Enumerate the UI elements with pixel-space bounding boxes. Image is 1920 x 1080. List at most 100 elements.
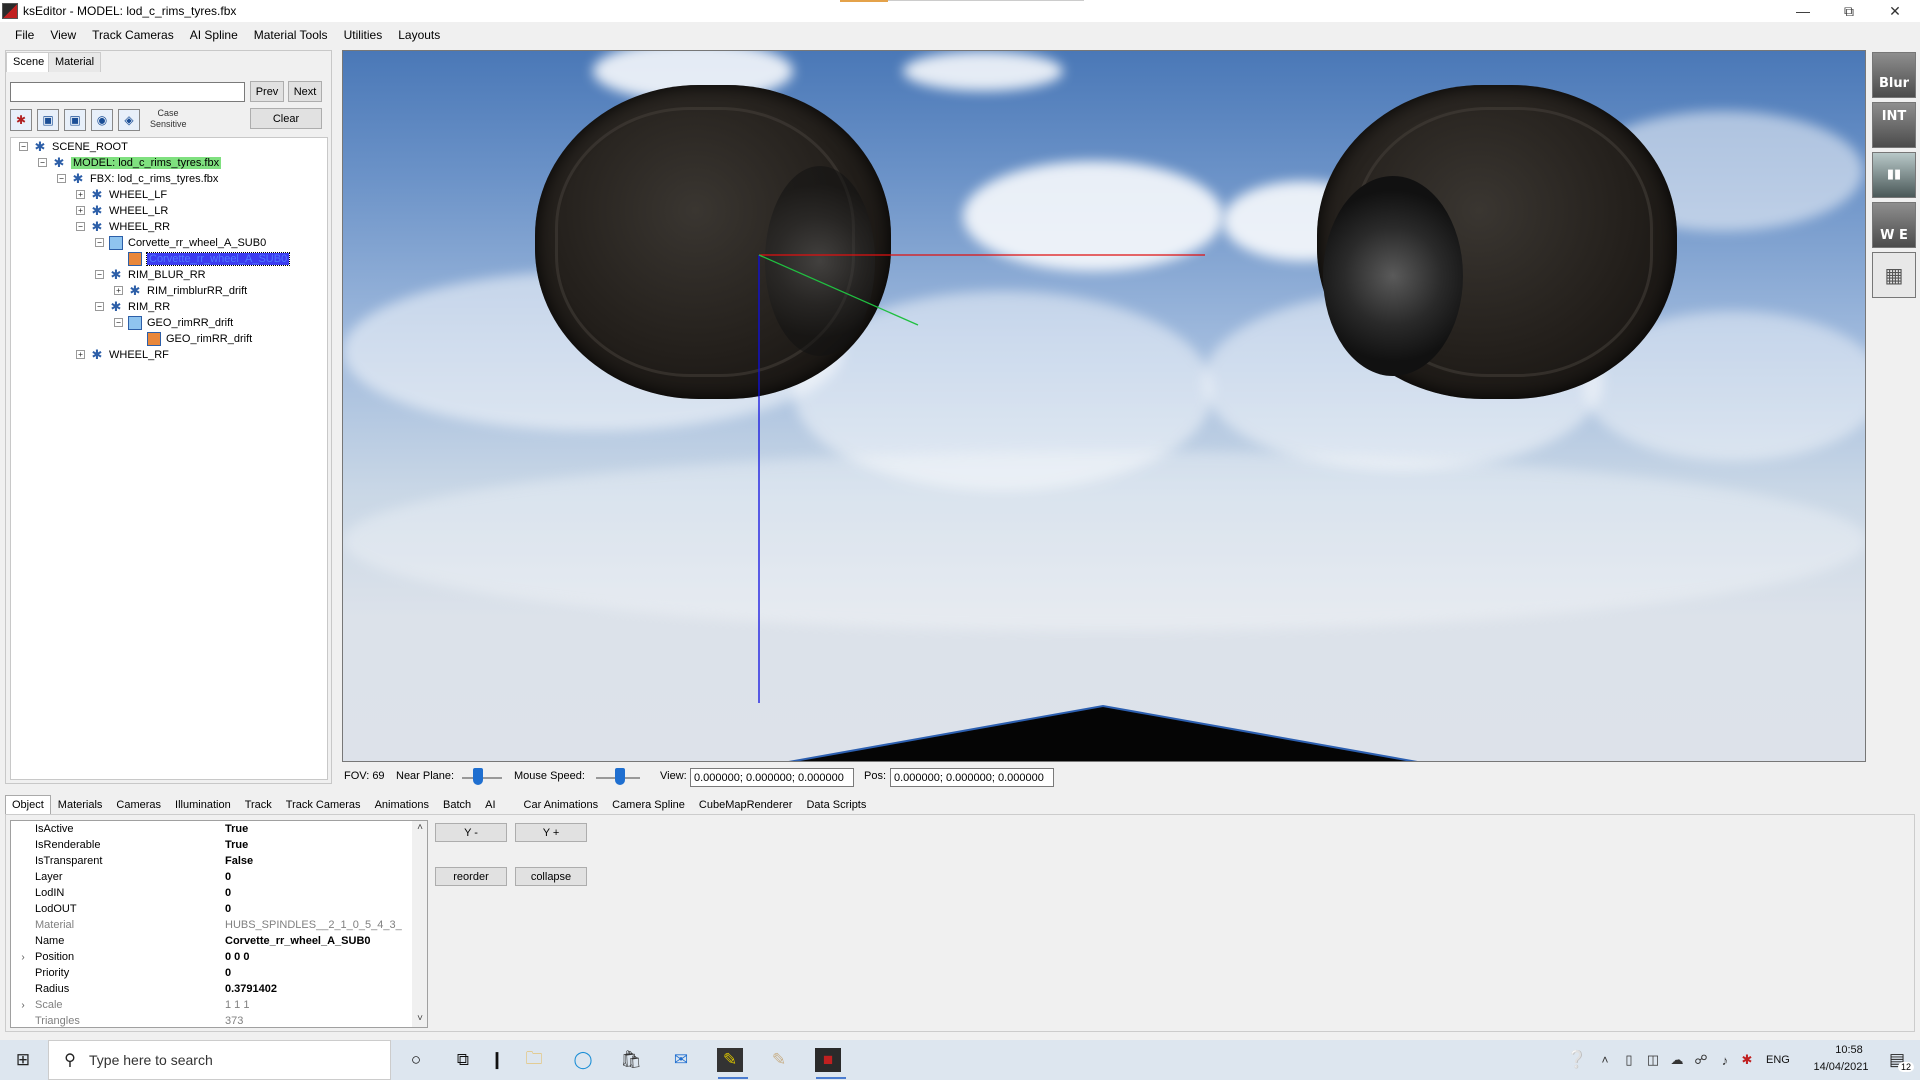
menu-view[interactable]: View [42,24,84,46]
clock-date[interactable]: 14/04/2021 [1802,1061,1880,1073]
property-row-priority[interactable]: Priority 0 [11,965,413,981]
restore-icon[interactable]: ⧉ [1826,0,1872,22]
clear-button[interactable]: Clear [250,108,322,129]
menu-file[interactable]: File [7,24,42,46]
property-row-material[interactable]: Material HUBS_SPINDLES__2_1_0_5_4_3_ [11,917,413,933]
onedrive-icon[interactable]: ☁ [1664,1048,1690,1072]
filter-material-icon[interactable]: ◈ [118,109,140,131]
collapse-icon[interactable]: − [95,238,104,247]
property-row-layer[interactable]: Layer 0 [11,869,413,885]
reorder-button[interactable]: reorder [435,867,507,886]
property-value[interactable]: 0 0 0 [225,951,249,963]
tab-car-animations[interactable]: Car Animations [517,795,606,814]
expand-icon[interactable]: + [76,350,85,359]
network-icon[interactable]: ☍ [1688,1048,1714,1072]
property-value[interactable]: 0 [225,887,231,899]
property-value[interactable]: False [225,855,253,867]
language-indicator[interactable]: ENG [1766,1054,1790,1066]
menu-material-tools[interactable]: Material Tools [246,24,336,46]
tray-app-icon[interactable]: ✱ [1734,1048,1760,1072]
tree-node-rim-blur-rr[interactable]: − ✱ RIM_BLUR_RR [95,267,206,282]
expand-chevron-icon[interactable]: › [11,952,35,963]
y-minus-button[interactable]: Y - [435,823,507,842]
tray-chevron-icon[interactable]: ˄ [1592,1048,1618,1072]
minimize-icon[interactable]: — [1780,0,1826,22]
menu-layouts[interactable]: Layouts [390,24,448,46]
tree-node-fbx[interactable]: − ✱ FBX: lod_c_rims_tyres.fbx [57,171,218,186]
panel-tool-icon[interactable]: ▮▮ [1872,152,1916,198]
property-row-istransparent[interactable]: IsTransparent False [11,853,413,869]
tab-track-cameras[interactable]: Track Cameras [279,795,368,814]
property-row-lodout[interactable]: LodOUT 0 [11,901,413,917]
property-value[interactable]: True [225,823,248,835]
kseditor-taskbar-icon[interactable]: ■ [815,1048,841,1072]
tab-cubemaprenderer[interactable]: CubeMapRenderer [692,795,800,814]
tree-node-corvette-mesh[interactable]: − Corvette_rr_wheel_A_SUB0 [95,235,266,250]
tab-batch[interactable]: Batch [436,795,478,814]
tab-material[interactable]: Material [48,52,102,72]
expand-chevron-icon[interactable]: › [11,1000,35,1011]
3d-viewport[interactable] [342,50,1866,762]
drive-icon[interactable]: ◫ [1640,1048,1666,1072]
property-value[interactable]: 0 [225,967,231,979]
property-row-isactive[interactable]: IsActive True [11,821,413,837]
expand-icon[interactable]: + [76,190,85,199]
property-row-scale[interactable]: › Scale 1 1 1 [11,997,413,1013]
filter-node-icon[interactable]: ▣ [64,109,86,131]
filter-mesh-icon[interactable]: ▣ [37,109,59,131]
menu-utilities[interactable]: Utilities [336,24,391,46]
tree-node-wheel-lr[interactable]: + ✱ WHEEL_LR [76,203,168,218]
property-value[interactable]: 0 [225,871,231,883]
tree-node-wheel-lf[interactable]: + ✱ WHEEL_LF [76,187,167,202]
view-coordinates-input[interactable] [690,768,854,787]
tab-track[interactable]: Track [238,795,279,814]
filter-skinned-icon[interactable]: ◉ [91,109,113,131]
expand-icon[interactable]: + [114,286,123,295]
property-row-triangles[interactable]: Triangles 373 [11,1013,413,1029]
collapse-icon[interactable]: − [114,318,123,327]
tree-node-model[interactable]: − ✱ MODEL: lod_c_rims_tyres.fbx [38,155,222,170]
collapse-button[interactable]: collapse [515,867,587,886]
task-view-icon[interactable]: ⧉ [450,1048,476,1072]
tree-node-geo-rim[interactable]: − GEO_rimRR_drift [114,315,233,330]
collapse-icon[interactable]: − [38,158,47,167]
tree-node-rim-rimblur[interactable]: + ✱ RIM_rimblurRR_drift [114,283,247,298]
pos-coordinates-input[interactable] [890,768,1054,787]
battery-icon[interactable]: ▯ [1616,1048,1642,1072]
collapse-icon[interactable]: − [95,270,104,279]
mail-icon[interactable]: ✉ [668,1048,694,1072]
clock-time[interactable]: 10:58 [1818,1044,1880,1056]
menu-ai-spline[interactable]: AI Spline [182,24,246,46]
collapse-icon[interactable]: − [95,302,104,311]
tree-node-geo-rim-sub[interactable]: GEO_rimRR_drift [147,331,252,346]
taskbar-search[interactable]: Type here to search [48,1040,391,1080]
collapse-icon[interactable]: − [19,142,28,151]
tab-animations[interactable]: Animations [368,795,436,814]
sticky-notes-icon[interactable]: ✎ [717,1048,743,1072]
property-row-lodin[interactable]: LodIN 0 [11,885,413,901]
tab-data-scripts[interactable]: Data Scripts [799,795,873,814]
property-value[interactable]: Corvette_rr_wheel_A_SUB0 [225,935,371,947]
store-icon[interactable]: 🛍 [618,1048,644,1072]
tab-materials[interactable]: Materials [51,795,110,814]
grid-tool-icon[interactable]: ▦ [1872,252,1916,298]
search-input[interactable] [10,82,245,102]
property-row-name[interactable]: Name Corvette_rr_wheel_A_SUB0 [11,933,413,949]
tree-node-corvette-submesh-selected[interactable]: Corvette_rr_wheel_A_SUB0 [128,251,291,266]
prev-button[interactable]: Prev [250,81,284,102]
mouse-speed-slider-thumb[interactable] [615,768,625,785]
scroll-down-icon[interactable]: ˅ [413,1013,427,1027]
scroll-up-icon[interactable]: ˄ [413,822,427,836]
y-plus-button[interactable]: Y + [515,823,587,842]
int-tool-button[interactable]: INT [1872,102,1916,148]
filter-all-icon[interactable]: ✱ [10,109,32,131]
file-explorer-icon[interactable]: 🗀 [521,1048,547,1072]
collapse-icon[interactable]: − [76,222,85,231]
expand-icon[interactable]: + [76,206,85,215]
property-grid[interactable]: IsActive True IsRenderable True IsTranspar… [10,820,428,1028]
menu-track-cameras[interactable]: Track Cameras [84,24,182,46]
next-button[interactable]: Next [288,81,322,102]
property-row-position[interactable]: › Position 0 0 0 [11,949,413,965]
close-icon[interactable]: ✕ [1872,0,1918,22]
tree-node-wheel-rf[interactable]: + ✱ WHEEL_RF [76,347,169,362]
